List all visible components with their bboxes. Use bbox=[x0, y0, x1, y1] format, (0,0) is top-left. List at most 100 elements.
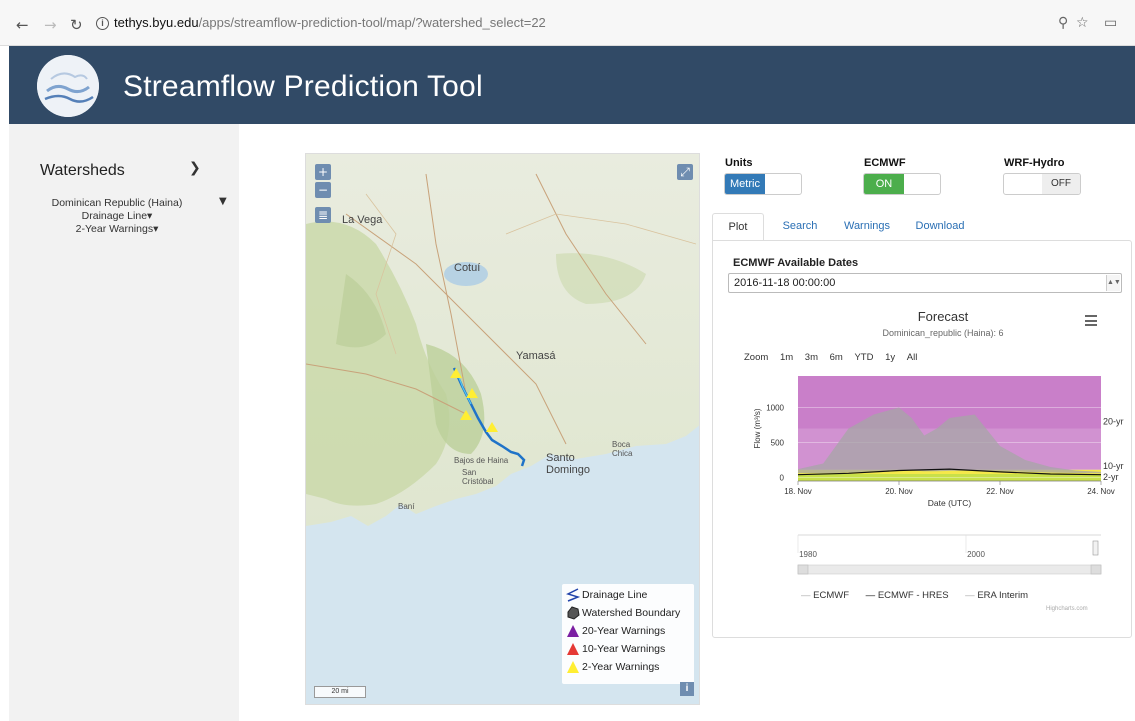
map-label-la-vega: La Vega bbox=[342, 214, 383, 226]
drainage-line-icon bbox=[565, 588, 581, 602]
legend-label: ERA Interim bbox=[977, 590, 1028, 601]
chevron-down-icon[interactable]: ❯ bbox=[189, 160, 201, 176]
info-icon[interactable]: i bbox=[96, 17, 109, 30]
legend-label: Watershed Boundary bbox=[582, 606, 681, 619]
legend-2-year-warnings: 2-Year Warnings bbox=[566, 660, 690, 678]
y-tick-label: 0 bbox=[780, 474, 785, 483]
legend-item-hres[interactable]: — ECMWF - HRES bbox=[866, 590, 949, 601]
chart-legend: — ECMWF — ECMWF - HRES — ERA Interim bbox=[801, 590, 1042, 601]
zoom-icon[interactable]: ⚲ bbox=[1058, 15, 1068, 31]
layer-label: 2-Year Warnings bbox=[75, 223, 154, 235]
map-label-yamasa: Yamasá bbox=[516, 350, 556, 362]
back-arrow-icon[interactable]: ← bbox=[16, 16, 29, 34]
y-tick-label: 500 bbox=[771, 439, 785, 448]
map-view[interactable]: + − ≣ ⤢ La Vega Cotuí Yamasá Santo Domin… bbox=[305, 153, 700, 705]
x-tick-label: 22. Nov bbox=[986, 487, 1014, 496]
legend-label: 20-Year Warnings bbox=[582, 624, 666, 637]
zoom-out-button[interactable]: − bbox=[315, 182, 331, 198]
yellow-triangle-icon bbox=[567, 661, 579, 673]
scale-bar: 20 mi bbox=[314, 686, 366, 698]
bookmark-star-icon[interactable]: ☆ bbox=[1076, 15, 1089, 31]
app-logo[interactable] bbox=[37, 55, 99, 117]
watershed-boundary-icon bbox=[567, 606, 580, 620]
layers-icon[interactable]: ≣ bbox=[315, 207, 331, 223]
chart-plot-area[interactable]: 0 500 1000 20-yr 10-yr2-yr 18. Nov 20. Nov 22. … bbox=[713, 301, 1133, 591]
return-period-label: 20-yr bbox=[1103, 417, 1124, 427]
ecmwf-toggle[interactable]: ON bbox=[863, 173, 941, 195]
units-toggle[interactable]: Metric bbox=[724, 173, 802, 195]
layer-label: Drainage Line bbox=[81, 210, 148, 222]
legend-label: Drainage Line bbox=[582, 588, 648, 601]
plot-panel: ECMWF Available Dates 2016-11-18 00:00:0… bbox=[712, 240, 1132, 638]
map-label-san-cristobal: San Cristóbal bbox=[462, 468, 494, 486]
layer-2-year-warnings[interactable]: 2-Year Warnings▾ bbox=[17, 223, 217, 235]
forecast-chart: Forecast Dominican_republic (Haina): 6 Z… bbox=[713, 301, 1133, 631]
legend-20-year-warnings: 20-Year Warnings bbox=[566, 624, 690, 642]
layer-drainage-line[interactable]: Drainage Line▾ bbox=[17, 210, 217, 222]
legend-label: 2-Year Warnings bbox=[582, 660, 660, 673]
tab-warnings[interactable]: Warnings bbox=[836, 213, 898, 241]
chart-credits[interactable]: Highcharts.com bbox=[1046, 606, 1088, 612]
x-tick-label: 24. Nov bbox=[1087, 487, 1115, 496]
zoom-in-button[interactable]: + bbox=[315, 164, 331, 180]
map-label-santo-domingo: Santo Domingo bbox=[546, 452, 591, 476]
reload-icon[interactable]: ↻ bbox=[70, 16, 83, 34]
browser-toolbar: ← → ↻ i tethys.byu.edu/apps/streamflow-pr… bbox=[0, 0, 1135, 46]
units-toggle-value: Metric bbox=[725, 174, 765, 194]
legend-label: 10-Year Warnings bbox=[582, 642, 666, 655]
legend-item-era-interim[interactable]: — ERA Interim bbox=[965, 590, 1028, 601]
tab-bar: Plot Search Warnings Download bbox=[712, 210, 1132, 241]
date-select-value: 2016-11-18 00:00:00 bbox=[734, 277, 836, 289]
cast-icon[interactable]: ▭ bbox=[1104, 15, 1117, 31]
x-tick-label: 20. Nov bbox=[885, 487, 913, 496]
url-host: tethys.byu.edu bbox=[114, 15, 199, 30]
x-tick-label: 18. Nov bbox=[784, 487, 812, 496]
map-label-bani: Baní bbox=[398, 502, 415, 511]
navigator-handle[interactable] bbox=[1092, 540, 1099, 556]
fullscreen-icon[interactable]: ⤢ bbox=[677, 164, 693, 180]
river-logo-icon bbox=[37, 55, 99, 117]
address-bar[interactable]: i tethys.byu.edu/apps/streamflow-predicti… bbox=[96, 15, 606, 35]
wrf-hydro-toggle[interactable]: OFF bbox=[1003, 173, 1081, 195]
ecmwf-label: ECMWF bbox=[864, 157, 906, 169]
navigator-scrollbar[interactable] bbox=[797, 564, 1102, 575]
tab-search[interactable]: Search bbox=[774, 213, 826, 241]
map-label-bajos-de-haina: Bajos de Haina bbox=[454, 456, 509, 465]
legend-label: ECMWF - HRES bbox=[877, 590, 949, 601]
red-triangle-icon bbox=[567, 643, 579, 655]
x-axis-title: Date (UTC) bbox=[928, 498, 972, 508]
map-info-icon[interactable]: i bbox=[680, 682, 694, 696]
purple-triangle-icon bbox=[567, 625, 579, 637]
app-title: Streamflow Prediction Tool bbox=[123, 70, 483, 103]
select-arrow-icon: ▲▼ bbox=[1106, 275, 1121, 291]
watersheds-heading: Watersheds bbox=[40, 162, 125, 179]
wrf-hydro-toggle-value: OFF bbox=[1042, 174, 1080, 194]
legend-drainage-line: Drainage Line bbox=[565, 588, 690, 606]
app-header: Streamflow Prediction Tool bbox=[9, 46, 1135, 124]
legend-label: ECMWF bbox=[813, 590, 850, 601]
url-path: /apps/streamflow-prediction-tool/map/?wa… bbox=[198, 15, 546, 30]
y-axis-title: Flow (m³/s) bbox=[753, 408, 762, 448]
sidebar: Watersheds ❯ Dominican Republic (Haina) … bbox=[9, 124, 239, 721]
return-period-label: 10-yr bbox=[1103, 461, 1124, 471]
navigator-tick-label: 1980 bbox=[799, 550, 817, 559]
legend-watershed-boundary: Watershed Boundary bbox=[566, 606, 690, 624]
map-label-boca-chica: Boca Chica bbox=[612, 440, 633, 458]
tab-download[interactable]: Download bbox=[908, 213, 972, 241]
scroll-right-button[interactable] bbox=[1090, 564, 1102, 575]
available-dates-label: ECMWF Available Dates bbox=[733, 257, 859, 269]
map-legend: Drainage Line Watershed Boundary 20-Year… bbox=[562, 584, 694, 684]
watershed-item[interactable]: Dominican Republic (Haina) bbox=[17, 197, 217, 209]
y-tick-label: 1000 bbox=[766, 404, 784, 413]
navigator-tick-label: 2000 bbox=[967, 550, 985, 559]
forward-arrow-icon[interactable]: → bbox=[44, 16, 57, 34]
units-label: Units bbox=[725, 157, 753, 169]
map-label-cotui: Cotuí bbox=[454, 262, 481, 274]
legend-10-year-warnings: 10-Year Warnings bbox=[566, 642, 690, 660]
legend-item-ecmwf[interactable]: — ECMWF bbox=[801, 590, 849, 601]
return-period-label: 2-yr bbox=[1103, 472, 1119, 482]
date-select[interactable]: 2016-11-18 00:00:00 ▲▼ bbox=[728, 273, 1122, 293]
tab-plot[interactable]: Plot bbox=[712, 213, 764, 241]
scroll-left-button[interactable] bbox=[797, 564, 809, 575]
chevron-down-icon[interactable]: ▼ bbox=[219, 196, 227, 207]
